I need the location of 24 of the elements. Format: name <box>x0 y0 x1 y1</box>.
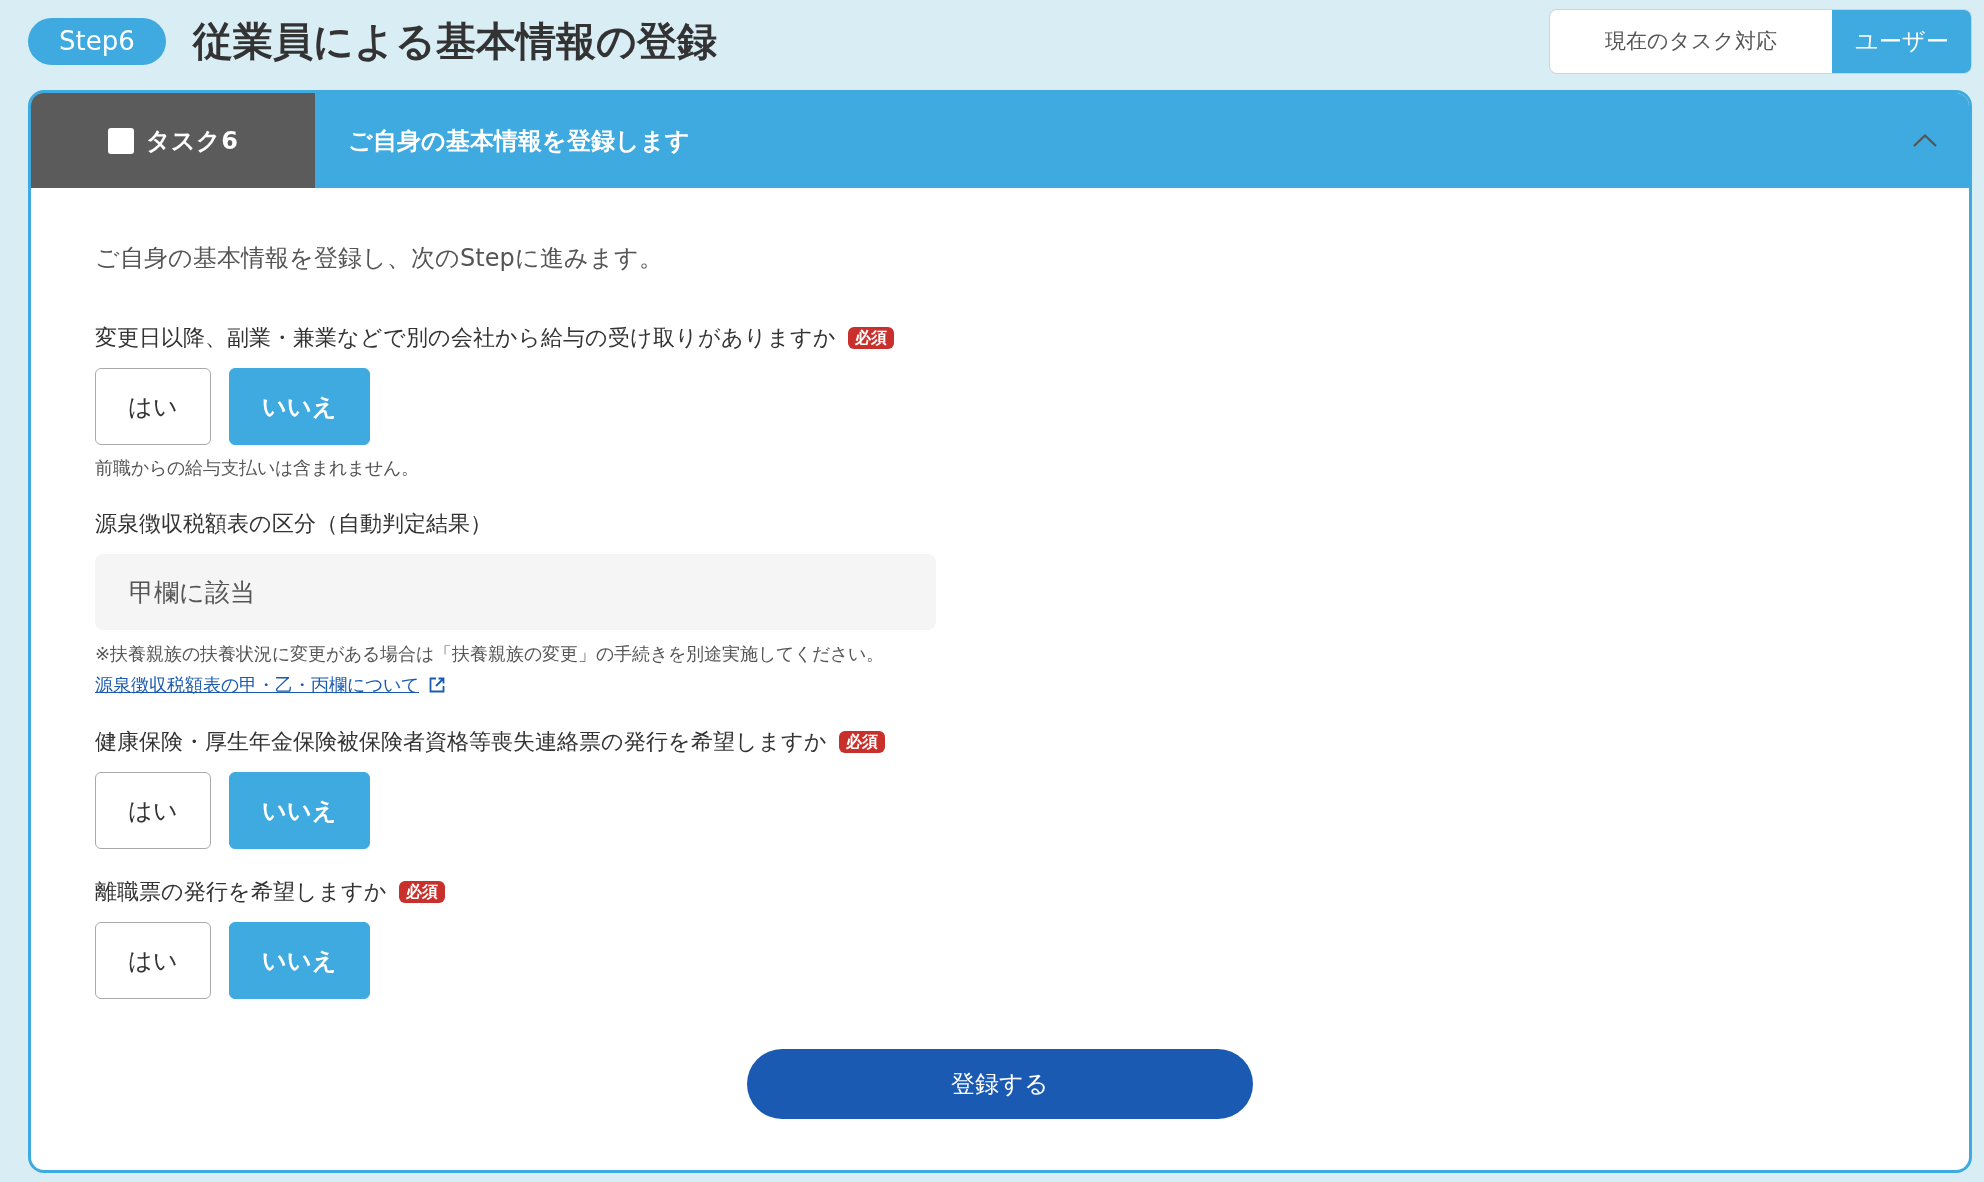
field-label: 源泉徴収税額表の区分（自動判定結果） <box>95 510 493 538</box>
chevron-icon[interactable] <box>1913 134 1937 147</box>
question-label: 健康保険・厚生年金保険被保険者資格等喪失連絡票の発行を希望しますか <box>95 728 827 756</box>
page-title: 従業員による基本情報の登録 <box>192 17 718 66</box>
option-button[interactable]: はい <box>95 368 211 445</box>
task-title: ご自身の基本情報を登録します <box>348 125 691 157</box>
task-owner-label: 現在のタスク対応 <box>1604 28 1778 55</box>
readonly-field: 甲欄に該当 <box>95 554 936 630</box>
intro-text: ご自身の基本情報を登録し、次のStepに進みます。 <box>95 243 664 274</box>
task-number: タスク6 <box>146 125 238 157</box>
hint-text: 前職からの給与支払いは含まれません。 <box>95 456 420 480</box>
help-link[interactable]: 源泉徴収税額表の甲・乙・丙欄について <box>95 671 419 699</box>
required-badge: 必須 <box>848 326 894 349</box>
step-badge: Step6 <box>28 17 166 65</box>
task-owner-value: ユーザー <box>1832 9 1971 73</box>
required-badge: 必須 <box>399 880 445 903</box>
hint-text: ※扶養親族の扶養状況に変更がある場合は「扶養親族の変更」の手続きを別途実施してください。 <box>95 642 886 666</box>
option-button[interactable]: はい <box>95 772 211 849</box>
external-link-icon[interactable] <box>429 677 445 693</box>
required-badge: 必須 <box>839 730 885 753</box>
question-label: 変更日以降、副業・兼業などで別の会社から給与の受け取りがありますか <box>95 324 836 352</box>
submit-button[interactable]: 登録する <box>747 1049 1253 1119</box>
question-label: 離職票の発行を希望しますか <box>95 878 387 906</box>
option-button[interactable]: はい <box>95 922 211 999</box>
